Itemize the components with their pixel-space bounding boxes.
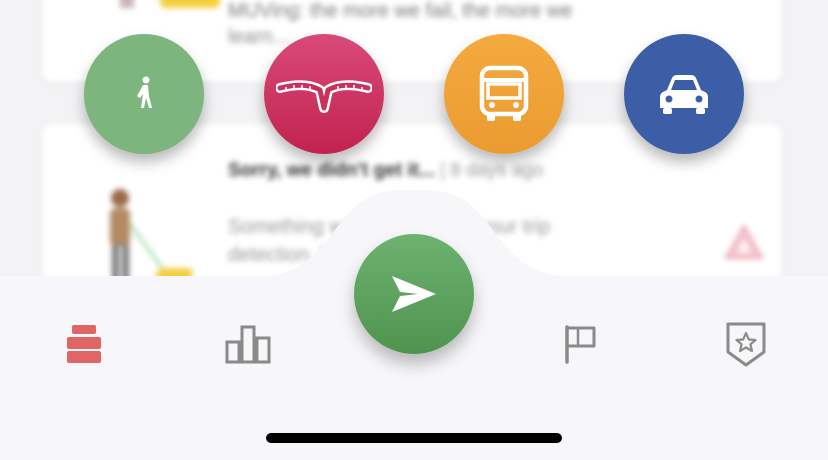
card-title-text: Sorry, we didn't get it... [228,160,435,181]
tab-stats[interactable] [222,318,274,370]
card-text: learn... [228,26,290,48]
tab-feed[interactable] [58,318,110,370]
tab-badges[interactable] [720,318,772,370]
bus-icon [479,65,529,121]
rail-mode-button[interactable] [264,34,384,154]
walking-person-icon [137,76,152,108]
tab-goals[interactable] [554,318,606,370]
card-title: Sorry, we didn't get it... | 8 days ago [228,160,543,182]
bus-mode-button[interactable] [444,34,564,154]
shield-star-icon [726,322,766,367]
send-button[interactable] [354,234,474,354]
bar-chart-icon [225,325,271,364]
flag-icon [565,325,596,364]
car-mode-button[interactable] [624,34,744,154]
stack-icon [67,325,101,363]
card-illustration [120,0,220,8]
car-icon [660,75,708,114]
rail-track-icon [276,80,372,113]
card-text: MUVing: the more we fail, the more we [228,0,573,22]
walk-mode-button[interactable] [84,34,204,154]
card-timestamp: | 8 days ago [434,160,544,181]
home-indicator [266,433,562,443]
paper-plane-icon [392,276,436,312]
